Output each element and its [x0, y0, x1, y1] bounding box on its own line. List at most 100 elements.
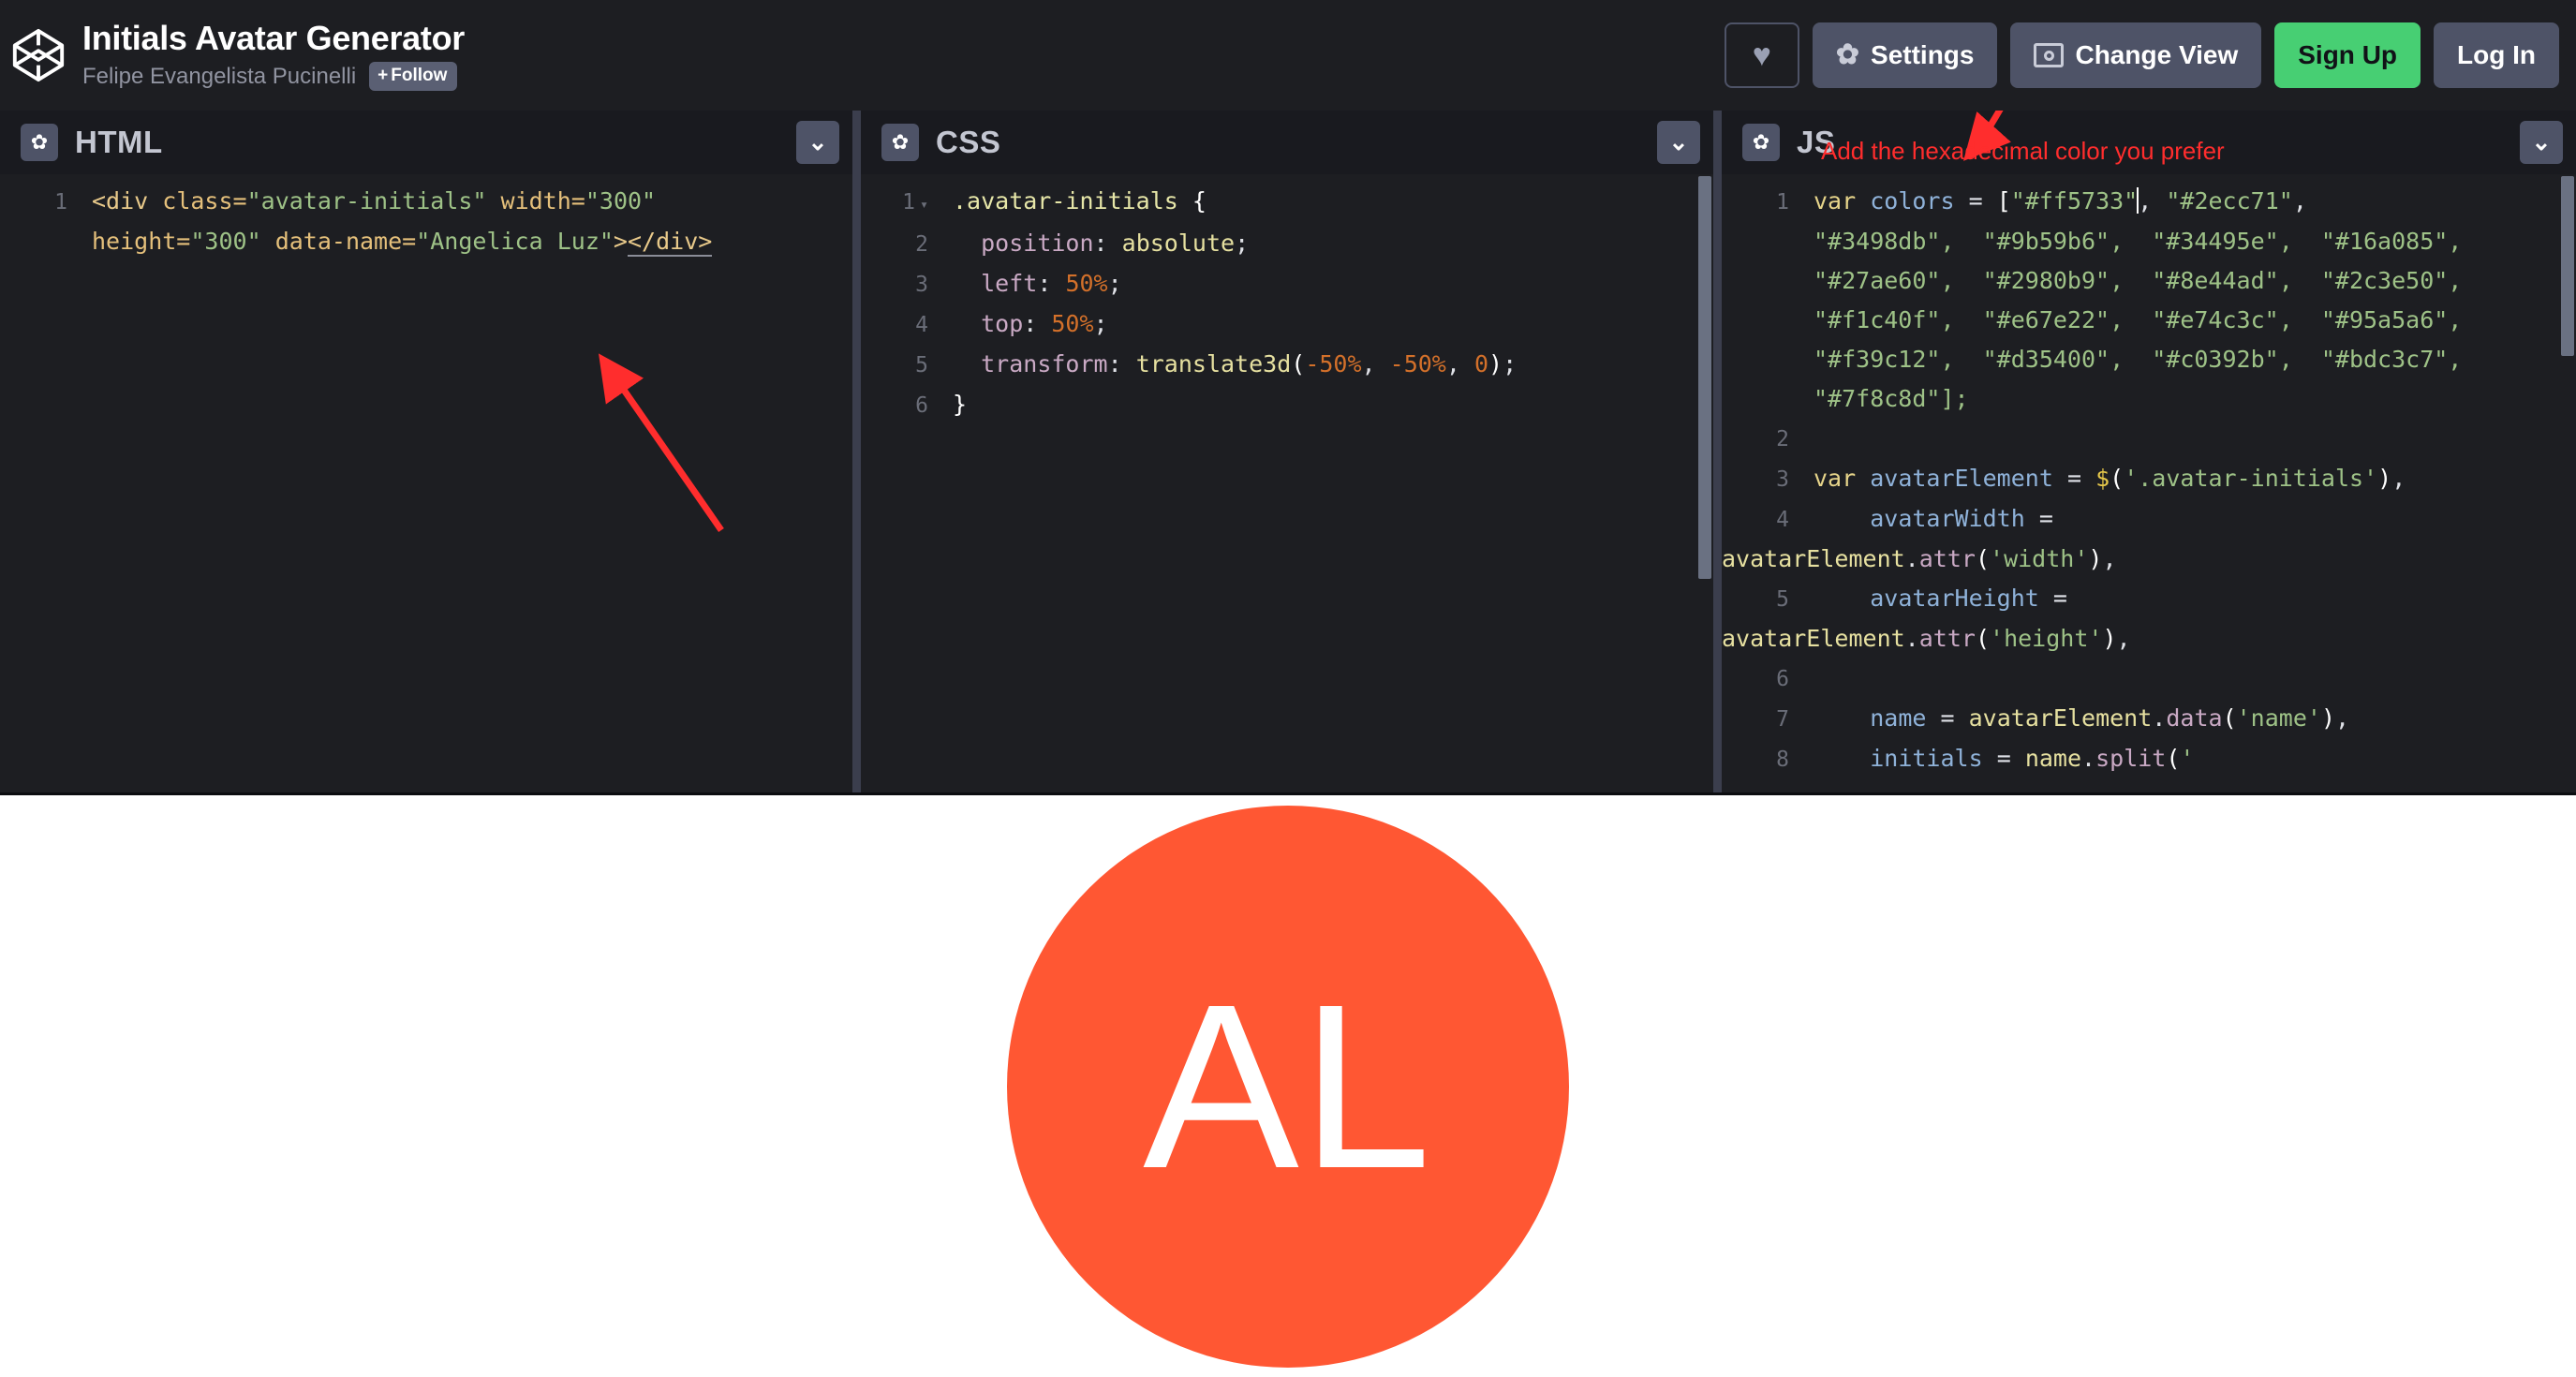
line-number: 4	[1776, 508, 1789, 532]
css-tok-8: 50%	[1051, 310, 1094, 337]
line-number: 3	[915, 273, 928, 297]
js-tok-colors: colors	[1870, 187, 1955, 215]
html-collapse-button[interactable]: ⌄	[796, 121, 839, 164]
line-number: 2	[915, 232, 928, 257]
html-panel-header: ✿ HTML ⌄	[0, 111, 852, 174]
panel-divider-2[interactable]	[1713, 111, 1722, 792]
css-panel: ✿ CSS ⌄ 1.avatar-initials {2 position: a…	[861, 111, 1713, 792]
line-number: 1	[54, 190, 67, 215]
html-tok-11: </div>	[627, 228, 713, 257]
panel-divider-1[interactable]	[852, 111, 861, 792]
js-tok-meth-w: attr	[1918, 545, 1976, 572]
js-tok-obj-h: avatarElement	[1722, 625, 1905, 652]
codepen-logo-icon[interactable]	[9, 26, 67, 84]
css-scrollbar-thumb[interactable]	[1698, 176, 1711, 579]
html-tok-6: height=	[92, 228, 191, 255]
line-number: 5	[915, 353, 928, 378]
html-tok-3: "avatar-initials"	[246, 187, 487, 215]
html-tok-1: <div	[92, 187, 149, 215]
js-tok-meth-n: data	[2166, 704, 2223, 732]
js-color-0: "#ff5733"	[2010, 187, 2139, 215]
html-tok-8: data-name=	[274, 228, 417, 255]
css-tok-1: .avatar-initials	[953, 187, 1178, 215]
css-tok-14: }	[953, 391, 968, 418]
favorite-button[interactable]: ♥	[1724, 22, 1799, 88]
css-tok-10: translate3d	[1135, 350, 1292, 378]
js-tok-var: var	[1814, 187, 1857, 215]
css-panel-header: ✿ CSS ⌄	[861, 111, 1713, 174]
gear-icon: ✿	[891, 130, 910, 154]
gear-icon: ✿	[1752, 130, 1770, 154]
js-code[interactable]: 1 var colors = ["#ff5733", "#2ecc71", "#34…	[1722, 174, 2576, 779]
avatar-initials-preview: AL	[1007, 805, 1569, 1368]
html-tok-4: width=	[500, 187, 585, 215]
css-tok-4: absolute	[1121, 230, 1236, 257]
line-number: 6	[1776, 667, 1789, 691]
css-tok-9: transform	[981, 350, 1108, 378]
js-tok-avatarWidth: avatarWidth	[1870, 505, 2025, 532]
js-settings-button[interactable]: ✿	[1742, 124, 1780, 161]
css-collapse-button[interactable]: ⌄	[1657, 121, 1700, 164]
js-colors-row-5: "#f39c12", "#d35400", "#c0392b", "#bdc3c…	[1814, 346, 2463, 373]
line-number: 3	[1776, 467, 1789, 492]
line-number: 7	[1776, 707, 1789, 732]
sign-up-button[interactable]: Sign Up	[2274, 22, 2421, 88]
css-tok-11: -50%	[1305, 350, 1362, 378]
js-tok-meth-h: attr	[1918, 625, 1976, 652]
js-colors-row-6: "#7f8c8d"];	[1814, 385, 1969, 412]
editors-row: ✿ HTML ⌄ 1 <div class="avatar-initials" w…	[0, 111, 2576, 792]
js-tok-initials: initials	[1870, 745, 1983, 772]
html-code-area[interactable]: 1 <div class="avatar-initials" width= "300…	[0, 174, 852, 792]
css-settings-button[interactable]: ✿	[881, 124, 919, 161]
css-tok-7: top	[981, 310, 1024, 337]
js-tok-var2: var	[1814, 465, 1857, 492]
plus-icon: +	[378, 66, 389, 85]
js-colors-row-2: "#3498db", "#9b59b6", "#34495e", "#16a08…	[1814, 228, 2463, 255]
js-scrollbar-thumb[interactable]	[2561, 176, 2574, 356]
js-colors-row-4: "#f1c40f", "#e67e22", "#e74c3c", "#95a5a…	[1814, 306, 2463, 333]
js-tok-obj-n: avatarElement	[1968, 704, 2153, 732]
line-number: 4	[915, 313, 928, 337]
js-code-area[interactable]: 1 var colors = ["#ff5733", "#2ecc71", "#34…	[1722, 174, 2576, 792]
html-panel-label: HTML	[75, 125, 163, 159]
chevron-down-icon: ⌄	[2531, 129, 2552, 155]
js-annotation-text: Add the hexadecimal color you prefer	[1821, 137, 2225, 165]
settings-button[interactable]: ✿ Settings	[1812, 22, 1998, 88]
html-tok-2: class=	[162, 187, 247, 215]
pen-brand: Initials Avatar Generator Felipe Evangel…	[0, 20, 465, 91]
html-settings-button[interactable]: ✿	[21, 124, 58, 161]
css-tok-5: left	[981, 270, 1038, 297]
js-tok-avatarElement: avatarElement	[1870, 465, 2053, 492]
js-tok-avatarHeight: avatarHeight	[1870, 585, 2039, 612]
js-tok-arg-s: '	[2180, 745, 2195, 772]
heart-icon: ♥	[1752, 37, 1771, 73]
pen-author[interactable]: Felipe Evangelista Pucinelli	[82, 64, 356, 90]
js-tok-obj-s: name	[2024, 745, 2082, 772]
html-tok-7: "300"	[190, 228, 261, 255]
js-tok-selector: '.avatar-initials'	[2124, 465, 2378, 492]
gear-icon: ✿	[30, 130, 49, 154]
js-color-1: "#2ecc71"	[2166, 187, 2293, 215]
html-code[interactable]: 1 <div class="avatar-initials" width= "300…	[0, 174, 852, 261]
css-tok-2: {	[1192, 187, 1207, 215]
js-tok-obj-w: avatarElement	[1722, 545, 1905, 572]
js-collapse-button[interactable]: ⌄	[2520, 121, 2563, 164]
js-tok-arg-n: 'name'	[2236, 704, 2321, 732]
settings-label: Settings	[1871, 40, 1975, 69]
js-colors-row-3: "#27ae60", "#2980b9", "#8e44ad", "#2c3e5…	[1814, 267, 2463, 294]
gear-icon: ✿	[1835, 39, 1860, 70]
css-code-area[interactable]: 1.avatar-initials {2 position: absolute;…	[861, 174, 1713, 792]
log-in-button[interactable]: Log In	[2434, 22, 2559, 88]
change-view-button[interactable]: Change View	[2010, 22, 2262, 88]
follow-button[interactable]: + Follow	[369, 62, 458, 91]
chevron-down-icon: ⌄	[807, 129, 828, 155]
js-tok-arg-h: 'height'	[1990, 625, 2103, 652]
js-tok-name: name	[1870, 704, 1927, 732]
change-view-label: Change View	[2075, 40, 2239, 69]
css-code[interactable]: 1.avatar-initials {2 position: absolute;…	[861, 174, 1713, 425]
css-panel-label: CSS	[936, 125, 1001, 159]
html-tok-9: "Angelica Luz"	[416, 228, 614, 255]
line-number: 1	[1776, 190, 1789, 215]
js-tok-arg-w: 'width'	[1990, 545, 2089, 572]
top-bar: Initials Avatar Generator Felipe Evangel…	[0, 0, 2576, 111]
